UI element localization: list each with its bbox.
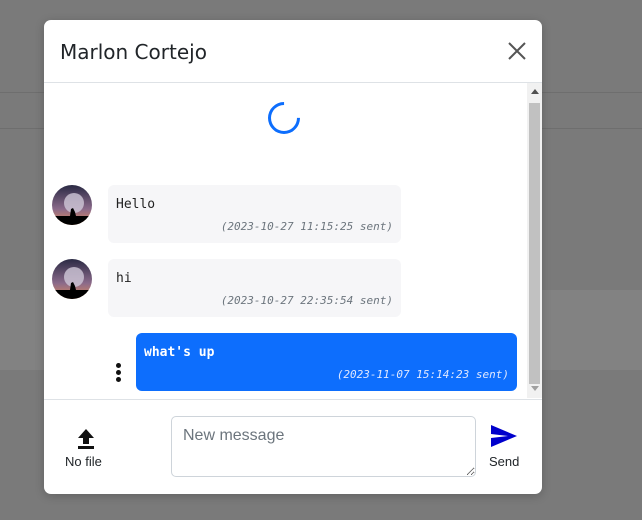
scroll-down-arrow-icon[interactable] — [531, 386, 539, 391]
scroll-thumb[interactable] — [529, 103, 540, 384]
modal-footer: No file Send — [44, 399, 542, 494]
send-icon — [491, 425, 517, 447]
close-button[interactable] — [506, 40, 528, 62]
avatar — [52, 259, 92, 299]
message-text: Hello — [116, 197, 156, 212]
chat-modal: Marlon Cortejo Hello (2023-10-27 11:15:2… — [44, 20, 542, 494]
avatar — [52, 185, 92, 225]
message-list[interactable]: Hello (2023-10-27 11:15:25 sent) hi (202… — [44, 83, 542, 398]
message-menu-button[interactable] — [114, 363, 122, 385]
kebab-icon — [114, 363, 122, 382]
send-button[interactable]: Send — [487, 424, 523, 472]
message-input[interactable] — [171, 416, 476, 477]
modal-header: Marlon Cortejo — [44, 20, 542, 83]
upload-status-label: No file — [65, 454, 102, 469]
message-bubble: Hello (2023-10-27 11:15:25 sent) — [108, 185, 401, 243]
upload-file-button[interactable]: No file — [60, 428, 112, 473]
upload-icon — [78, 429, 94, 449]
message-text: what's up — [144, 345, 215, 360]
modal-title: Marlon Cortejo — [60, 40, 207, 64]
scroll-up-arrow-icon[interactable] — [531, 89, 539, 94]
loading-spinner — [261, 95, 307, 141]
message-bubble: hi (2023-10-27 22:35:54 sent) — [108, 259, 401, 317]
message-timestamp: (2023-10-27 11:15:25 sent) — [220, 220, 393, 233]
send-label: Send — [489, 454, 520, 469]
close-icon — [508, 42, 526, 60]
message-timestamp: (2023-10-27 22:35:54 sent) — [220, 294, 393, 307]
message-text: hi — [116, 271, 132, 286]
message-timestamp: (2023-11-07 15:14:23 sent) — [336, 368, 509, 381]
message-scrollbar[interactable] — [527, 83, 542, 398]
message-bubble-outgoing: what's up (2023-11-07 15:14:23 sent) — [136, 333, 517, 391]
